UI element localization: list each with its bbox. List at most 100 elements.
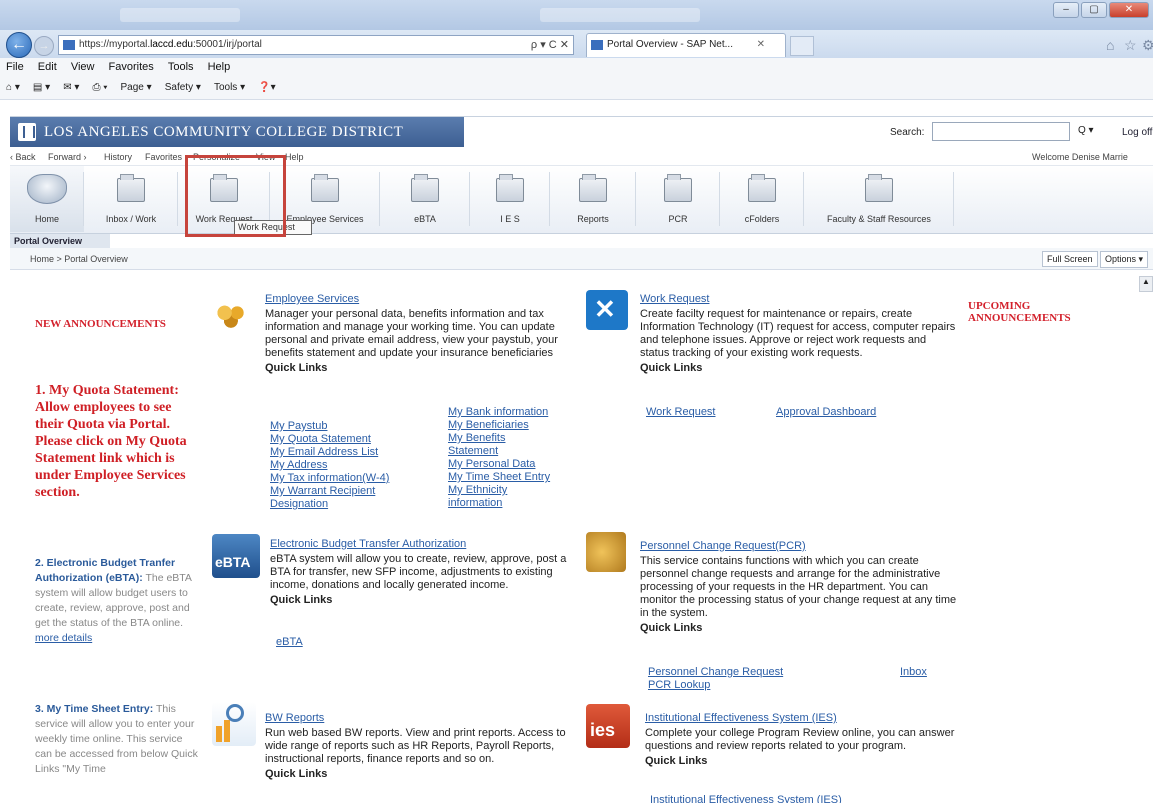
- link-work-request[interactable]: Work Request: [646, 406, 716, 419]
- highlight-annotation-box: [185, 155, 286, 237]
- new-tab-button[interactable]: [790, 36, 814, 56]
- link-ebta[interactable]: eBTA: [276, 636, 303, 649]
- work-request-title[interactable]: Work Request: [640, 293, 958, 306]
- search-input[interactable]: [932, 122, 1070, 141]
- link-my-personal-data[interactable]: My Personal Data: [448, 458, 550, 471]
- menu-tools[interactable]: Tools: [162, 58, 199, 73]
- forward-button[interactable]: →: [34, 36, 54, 56]
- menu-help[interactable]: Help: [202, 58, 236, 73]
- browser-command-bar: ⌂ ▾ ▤ ▾ ✉ ▾ ⎙ ▾ Page ▾ Safety ▾ Tools ▾ …: [0, 78, 1153, 100]
- tab-pcr[interactable]: PCR: [636, 166, 720, 232]
- portal-help-link[interactable]: Help: [285, 152, 304, 162]
- options-button[interactable]: Options ▾: [1100, 251, 1149, 268]
- home-icon[interactable]: ⌂: [1106, 37, 1114, 53]
- tools-cmd-menu[interactable]: Tools ▾: [208, 78, 249, 93]
- link-my-beneficiaries[interactable]: My Beneficiaries: [448, 419, 550, 432]
- ebta-icon: eBTA: [212, 534, 260, 578]
- portal-header: LOS ANGELES COMMUNITY COLLEGE DISTRICT S…: [10, 116, 1153, 148]
- address-controls[interactable]: ρ ▾ C ✕: [531, 38, 569, 51]
- bar-glyph: [216, 726, 222, 742]
- menu-view[interactable]: View: [65, 58, 100, 73]
- link-information[interactable]: information: [448, 497, 550, 510]
- titlebar-blur: [540, 8, 700, 22]
- ebta-title[interactable]: Electronic Budget Transfer Authorization: [270, 538, 588, 551]
- tab-separator: [953, 172, 954, 226]
- employee-services-title[interactable]: Employee Services: [265, 293, 580, 306]
- ies-desc: Complete your college Program Review onl…: [645, 727, 955, 752]
- tab-close-icon[interactable]: ✕: [757, 39, 765, 50]
- site-favicon-icon: [63, 40, 75, 50]
- tab-cfolders[interactable]: cFolders: [720, 166, 804, 232]
- link-my-bank-information[interactable]: My Bank information: [448, 406, 550, 419]
- tab-faculty-staff-resources[interactable]: Faculty & Staff Resources: [804, 166, 954, 232]
- browser-tab-active[interactable]: Portal Overview - SAP Net... ✕: [586, 33, 786, 57]
- safety-menu[interactable]: Safety ▾: [159, 78, 205, 93]
- search-label: Search:: [890, 127, 925, 138]
- tab-label: cFolders: [744, 214, 780, 224]
- print-cmd-icon[interactable]: ⎙ ▾: [86, 78, 111, 93]
- folder-icon: [311, 174, 339, 202]
- link-my-benefits[interactable]: My Benefits: [448, 432, 550, 445]
- more-details-link[interactable]: more details: [35, 632, 92, 644]
- link-ies[interactable]: Institutional Effectiveness System (IES): [650, 794, 842, 803]
- portal-back-link[interactable]: ‹ Back: [10, 152, 36, 162]
- search-go-button[interactable]: Q ▾: [1078, 125, 1094, 136]
- link-my-paystub[interactable]: My Paystub: [270, 420, 389, 433]
- link-statement[interactable]: Statement: [448, 445, 550, 458]
- close-window-button[interactable]: ✕: [1109, 2, 1149, 18]
- link-pcr-lookup[interactable]: PCR Lookup: [648, 679, 783, 692]
- link-my-time-sheet-entry[interactable]: My Time Sheet Entry: [448, 471, 550, 484]
- pcr-block: Personnel Change Request(PCR) This servi…: [640, 540, 958, 635]
- link-my-quota-statement[interactable]: My Quota Statement: [270, 433, 389, 446]
- link-my-warrant-recipient[interactable]: My Warrant Recipient: [270, 485, 389, 498]
- ies-icon-text: ies: [590, 720, 616, 740]
- breadcrumb[interactable]: Home > Portal Overview: [30, 254, 128, 264]
- menu-edit[interactable]: Edit: [32, 58, 62, 73]
- scroll-up-arrow-icon[interactable]: ▲: [1139, 276, 1153, 292]
- link-my-address[interactable]: My Address: [270, 459, 389, 472]
- portal-favorites-link[interactable]: Favorites: [145, 152, 182, 162]
- employee-quick-links-right: My Bank information My Beneficiaries My …: [448, 406, 550, 510]
- link-designation[interactable]: Designation: [270, 498, 389, 511]
- bw-reports-title[interactable]: BW Reports: [265, 712, 583, 725]
- link-approval-dashboard[interactable]: Approval Dashboard: [776, 406, 876, 419]
- mail-cmd-icon[interactable]: ✉ ▾: [57, 78, 83, 93]
- minimize-button[interactable]: –: [1053, 2, 1079, 18]
- favorites-star-icon[interactable]: ☆: [1124, 37, 1137, 54]
- portal-history-link[interactable]: History: [104, 152, 132, 162]
- portal-forward-link[interactable]: Forward ›: [48, 152, 87, 162]
- bw-reports-desc: Run web based BW reports. View and print…: [265, 727, 566, 765]
- tab-ebta[interactable]: eBTA: [380, 166, 470, 232]
- address-bar[interactable]: https://myportal.laccd.edu:50001/irj/por…: [58, 35, 574, 55]
- home-cmd-icon[interactable]: ⌂ ▾: [0, 78, 24, 93]
- link-my-ethnicity[interactable]: My Ethnicity: [448, 484, 550, 497]
- tab-label: Inbox / Work: [105, 214, 157, 224]
- pcr-desc: This service contains functions with whi…: [640, 555, 957, 619]
- fullscreen-button[interactable]: Full Screen: [1042, 251, 1098, 267]
- help-cmd-icon[interactable]: ❓▾: [252, 78, 279, 93]
- tab-ies[interactable]: I E S: [470, 166, 550, 232]
- ies-title[interactable]: Institutional Effectiveness System (IES): [645, 712, 955, 725]
- menu-favorites[interactable]: Favorites: [103, 58, 159, 73]
- tab-home[interactable]: Home: [10, 166, 84, 232]
- work-request-tools-icon: ✕: [586, 290, 628, 330]
- pcr-quick-links-label: Quick Links: [640, 622, 703, 634]
- back-button[interactable]: ←: [6, 32, 32, 58]
- menu-file[interactable]: File: [0, 58, 29, 73]
- feeds-cmd-icon[interactable]: ▤ ▾: [27, 78, 54, 93]
- page-tab-portal-overview[interactable]: Portal Overview: [10, 234, 110, 248]
- link-my-email-address-list[interactable]: My Email Address List: [270, 446, 389, 459]
- page-menu[interactable]: Page ▾: [115, 78, 156, 93]
- folder-icon: [865, 174, 893, 202]
- maximize-button[interactable]: ▢: [1081, 2, 1107, 18]
- link-personnel-change-request[interactable]: Personnel Change Request: [648, 666, 783, 679]
- tab-reports[interactable]: Reports: [550, 166, 636, 232]
- tab-inbox-work[interactable]: Inbox / Work: [84, 166, 178, 232]
- pcr-title[interactable]: Personnel Change Request(PCR): [640, 540, 958, 553]
- link-my-tax-information[interactable]: My Tax information(W-4): [270, 472, 389, 485]
- new-announcements-heading: NEW ANNOUNCEMENTS: [35, 318, 166, 330]
- logoff-link[interactable]: Log off: [1122, 127, 1152, 138]
- pcr-quick-link-inbox: Inbox: [900, 666, 927, 679]
- settings-gear-icon[interactable]: ⚙: [1142, 37, 1153, 54]
- link-inbox[interactable]: Inbox: [900, 666, 927, 679]
